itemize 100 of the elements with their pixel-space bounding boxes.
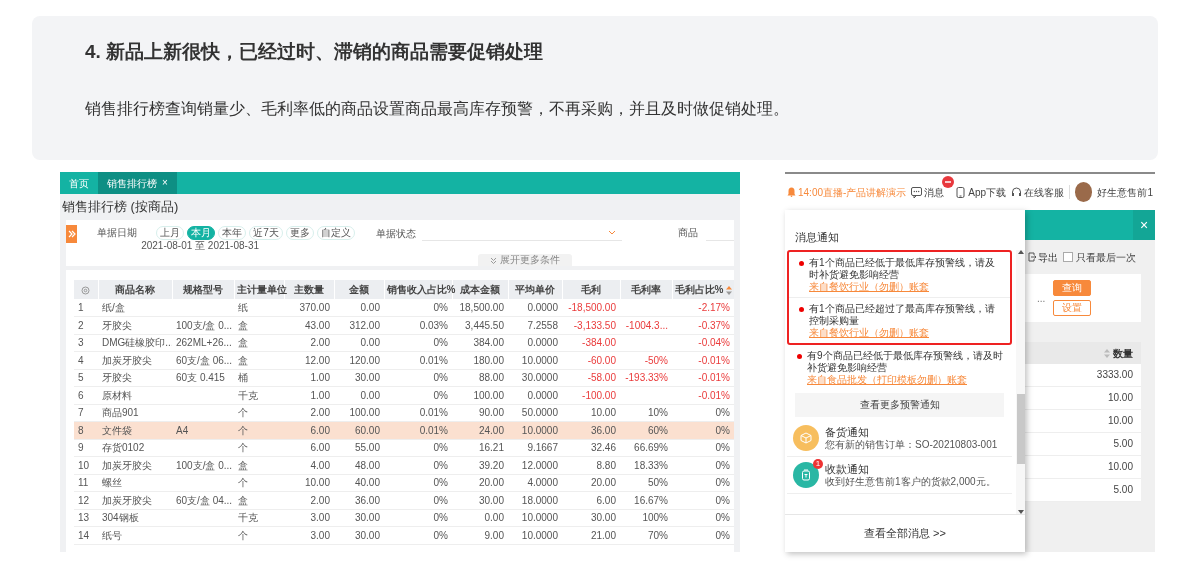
table-row[interactable]: 3 DMG硅橡胶印... 262ML+26... 盒 2.00 0.00 0% 384.00 0.0000 -384.00 -0.04% [74, 334, 734, 352]
table-cell: 盒 [234, 316, 284, 334]
table-cell: 0% [384, 439, 452, 457]
column-header: 销售收入占比% [386, 284, 456, 295]
table-cell: 2.00 [284, 491, 334, 509]
checkbox[interactable] [1063, 252, 1073, 262]
table-row[interactable]: 5 牙胶尖 60支 0.415 桶 1.00 30.00 0% 88.00 30.0000 -58.00 -193.33% -0.01% [74, 369, 734, 387]
table-row[interactable]: 10 加炭牙胶尖 100支/盒 0... 盒 4.00 48.00 0% 39.20 12.0000 8.80 18.33% 0% [74, 456, 734, 474]
table-cell: 10.00 [284, 474, 334, 492]
view-all-link[interactable]: 查看全部消息 >> [864, 525, 946, 542]
chat-icon [911, 186, 923, 198]
top-link[interactable]: App下载 [955, 184, 1007, 200]
table-cell: 120.00 [334, 351, 384, 369]
avatar[interactable] [1075, 182, 1093, 202]
table-cell: 16.21 [452, 439, 508, 457]
page-title: 销售排行榜 (按商品) [61, 198, 180, 216]
table-cell: 50% [620, 474, 672, 492]
table-cell: 18,500.00 [452, 299, 508, 317]
message-text: 您有新的销售订单：SO-20210803-001 [825, 439, 998, 451]
top-link[interactable]: 消息 [911, 184, 945, 200]
table-cell: 90.00 [452, 404, 508, 422]
table-cell: 个 [234, 526, 284, 544]
table-cell: 纸/盒 [98, 299, 172, 317]
table-row[interactable]: 2 牙胶尖 100支/盒 0... 盒 43.00 312.00 0.03% 3,445.50 7.2558 -3,133.50 -1004.3... -0.37% [74, 316, 734, 334]
table-cell: 盒 [234, 491, 284, 509]
table-row[interactable]: 1 纸/盒 纸 370.00 0.00 0% 18,500.00 0.0000 -18,500.00 -2.17% [74, 299, 734, 317]
table-row[interactable]: 4 加炭牙胶尖 60支/盒 06... 盒 12.00 120.00 0.01% 180.00 10.0000 -60.00 -50% -0.01% [74, 351, 734, 369]
table-row[interactable]: 12 加炭牙胶尖 60支/盒 04... 盒 2.00 36.00 0% 30.00 18.0000 6.00 16.67% 0% [74, 491, 734, 509]
table-cell: 384.00 [452, 334, 508, 352]
table-cell: 30.0000 [508, 369, 562, 387]
tab[interactable]: 销售排行榜 × [98, 172, 177, 194]
sidebar-toggle-button[interactable] [66, 225, 78, 243]
table-cell: -58.00 [562, 369, 620, 387]
top-link[interactable]: 在线客服 [1011, 184, 1065, 200]
table-cell: -384.00 [562, 334, 620, 352]
date-option[interactable]: 近7天 [249, 225, 283, 240]
date-option[interactable]: 更多 [285, 225, 314, 240]
table-cell: 1.00 [284, 369, 334, 387]
more-alerts-button[interactable]: 查看更多预警通知 [795, 393, 1004, 417]
table-cell: -1004.3... [620, 316, 672, 334]
row-number: 14 [74, 526, 98, 544]
column-header: 主数量 [294, 284, 324, 295]
table-row[interactable]: 13 304钢板 千克 3.00 30.00 0% 0.00 10.0000 30.00 100% 0% [74, 509, 734, 527]
table-cell: 8.80 [562, 456, 620, 474]
table-row[interactable]: 9 存货0102 个 6.00 55.00 0% 16.21 9.1667 32.46 66.69% 0% [74, 439, 734, 457]
table-cell: 千克 [234, 509, 284, 527]
table-cell: 100.00 [334, 404, 384, 422]
table-cell: 180.00 [452, 351, 508, 369]
row-number: 5 [74, 369, 98, 387]
scrollbar[interactable] [1016, 250, 1025, 514]
column-header: 毛利率 [631, 284, 661, 295]
table-cell: 2.00 [284, 334, 334, 352]
table-cell: 10.00 [1025, 410, 1141, 433]
status-label: 单据状态 [375, 226, 416, 241]
table-cell: 0.00 [334, 334, 384, 352]
close-button[interactable]: × [162, 178, 168, 188]
scrollbar-thumb[interactable] [1016, 394, 1025, 464]
table-cell: 加炭牙胶尖 [98, 456, 172, 474]
table-cell: 4.0000 [508, 474, 562, 492]
section-heading: 4. 新品上新很快，已经过时、滞销的商品需要促销处理 [85, 41, 545, 64]
date-option[interactable]: 上月 [156, 225, 185, 240]
table-cell: 0% [384, 369, 452, 387]
table-cell: 5.00 [1025, 479, 1141, 502]
export-button[interactable]: 导出 [1028, 249, 1058, 265]
table-cell: 60支 0.415 [172, 369, 234, 387]
table-cell: 43.00 [284, 316, 334, 334]
table-cell: 0.00 [452, 509, 508, 527]
table-cell: 0% [672, 404, 734, 422]
date-option[interactable]: 自定义 [316, 225, 355, 240]
caret-down-icon [607, 230, 616, 235]
date-range: 2021-08-01 至 2021-08-31 [141, 240, 260, 251]
table-row[interactable]: 7 商品901 个 2.00 100.00 0.01% 90.00 50.0000 10.00 10% 0% [74, 404, 734, 422]
table-row[interactable]: 14 纸号 个 3.00 30.00 0% 9.00 10.0000 21.00 70% 0% [74, 526, 734, 544]
message-item[interactable]: 1 收款通知 收到好生意售前1客户的货款2,000元。 [787, 457, 1012, 494]
table-cell: -50% [620, 351, 672, 369]
table-cell: 纸 [234, 299, 284, 317]
table-cell: 70% [620, 526, 672, 544]
table-cell: 个 [234, 439, 284, 457]
table-cell: 0% [384, 386, 452, 404]
table-cell: 0% [384, 456, 452, 474]
table-cell: 60支/盒 04... [172, 491, 234, 509]
table-row[interactable]: 8 文件袋 A4 个 6.00 60.00 0.01% 24.00 10.0000 36.00 60% 0% [74, 421, 734, 439]
table-cell: 螺丝 [98, 474, 172, 492]
table-cell: 加炭牙胶尖 [98, 491, 172, 509]
section-description: 销售排行榜查询销量少、毛利率低的商品设置商品最高库存预警，不再采购，并且及时做促销处理。 [85, 98, 790, 119]
table-row[interactable]: 11 螺丝 个 10.00 40.00 0% 20.00 4.0000 20.00 50% 0% [74, 474, 734, 492]
table-cell: 0% [384, 491, 452, 509]
table-cell: 4.00 [284, 456, 334, 474]
date-option[interactable]: 本年 [218, 225, 247, 240]
message-item[interactable]: 备货通知 您有新的销售订单：SO-20210803-001 [787, 420, 1012, 457]
table-cell: 1.00 [284, 386, 334, 404]
table-cell: 30.00 [334, 509, 384, 527]
alert-text: 有1个商品已经超过了最高库存预警线，请控制采购量 [809, 303, 996, 327]
scroll-up-icon [1017, 250, 1024, 254]
table-cell: 0% [384, 334, 452, 352]
table-row[interactable]: 6 原材料 千克 1.00 0.00 0% 100.00 0.0000 -100.00 -0.01% [74, 386, 734, 404]
table-cell: 0% [384, 526, 452, 544]
user-name[interactable]: 好生意售前1 [1097, 184, 1153, 200]
table-cell: 牙胶尖 [98, 369, 172, 387]
sort-icon [726, 285, 733, 295]
